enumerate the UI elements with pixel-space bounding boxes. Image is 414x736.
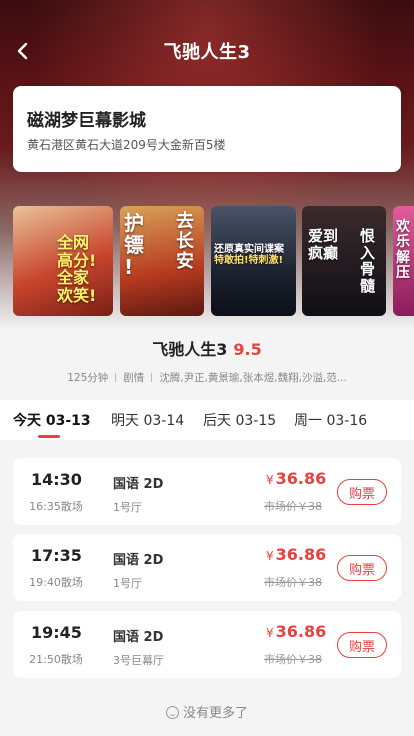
showtime-price: ¥36.86 bbox=[266, 469, 326, 488]
poster-text: 恨入骨髓 bbox=[360, 227, 376, 295]
movie-title-row: 飞驰人生3 9.5 bbox=[0, 336, 414, 360]
movie-meta: 125分钟 剧情 沈腾,尹正,黄景瑜,张本煜,魏翔,沙溢,范... bbox=[0, 370, 414, 385]
poster-text: 全家 bbox=[57, 268, 90, 288]
showtime-start: 17:35 bbox=[31, 546, 82, 565]
showtime-language: 国语 2D bbox=[113, 477, 164, 492]
poster-text: 解 bbox=[396, 249, 410, 266]
showtime-card[interactable]: 14:30 16:35散场 国语 2D 1号厅 ¥36.86 市场价￥38 购票 bbox=[13, 458, 401, 525]
cinema-address: 黄石港区黄石大道209号大金新百5楼 bbox=[27, 138, 226, 152]
showtime-price: ¥36.86 bbox=[266, 545, 326, 564]
poster-text: 还原真实间谍案 bbox=[214, 244, 284, 255]
showtime-hall: 1号厅 bbox=[113, 577, 142, 590]
movie-title: 飞驰人生3 bbox=[152, 340, 228, 359]
active-tab-indicator bbox=[38, 435, 60, 438]
buy-ticket-button[interactable]: 购票 bbox=[337, 632, 387, 658]
tab-monday[interactable]: 周一 03-16 bbox=[294, 410, 367, 430]
market-price: 市场价￥38 bbox=[264, 576, 322, 589]
showtime-start: 19:45 bbox=[31, 623, 82, 642]
poster-text: 乐 bbox=[396, 234, 410, 251]
showtime-end: 19:40散场 bbox=[29, 576, 83, 589]
poster-text: ! bbox=[124, 255, 134, 279]
divider bbox=[115, 373, 117, 382]
movie-info: 飞驰人生3 9.5 125分钟 剧情 沈腾,尹正,黄景瑜,张本煜,魏翔,沙溢,范... bbox=[0, 330, 414, 385]
showtime-card[interactable]: 17:35 19:40散场 国语 2D 1号厅 ¥36.86 市场价￥38 购票 bbox=[13, 534, 401, 601]
poster-text: 镖 bbox=[124, 233, 144, 257]
showtime-hall: 1号厅 bbox=[113, 501, 142, 514]
poster-2[interactable]: 护 镖 ! 去长安 bbox=[120, 206, 204, 316]
currency-symbol: ¥ bbox=[266, 626, 274, 640]
showtime-language: 国语 2D bbox=[113, 553, 164, 568]
cinema-card[interactable]: 磁湖梦巨幕影城 黄石港区黄石大道209号大金新百5楼 bbox=[13, 86, 401, 172]
currency-symbol: ¥ bbox=[266, 549, 274, 563]
movie-duration: 125分钟 bbox=[67, 372, 109, 384]
movie-genre: 剧情 bbox=[123, 372, 145, 384]
poster-5[interactable]: 欢 乐 解 压 bbox=[393, 206, 414, 316]
showtime-hall: 3号巨幕厅 bbox=[113, 654, 164, 667]
showtime-list: 14:30 16:35散场 国语 2D 1号厅 ¥36.86 市场价￥38 购票… bbox=[0, 440, 414, 736]
poster-text: 去长安 bbox=[176, 211, 194, 272]
tab-today[interactable]: 今天 03-13 bbox=[13, 410, 91, 430]
showtime-end: 16:35散场 bbox=[29, 500, 83, 513]
date-tabs: 今天 03-13 明天 03-14 后天 03-15 周一 03-16 bbox=[0, 400, 414, 440]
market-price: 市场价￥38 bbox=[264, 653, 322, 666]
poster-text: 爱到疯癫 bbox=[308, 227, 339, 262]
movie-score: 9.5 bbox=[233, 340, 262, 359]
showtime-price: ¥36.86 bbox=[266, 622, 326, 641]
movie-cast: 沈腾,尹正,黄景瑜,张本煜,魏翔,沙溢,范... bbox=[159, 372, 347, 384]
nav-bar: 飞驰人生3 bbox=[0, 30, 414, 72]
page-title: 飞驰人生3 bbox=[163, 42, 251, 63]
market-price: 市场价￥38 bbox=[264, 500, 322, 513]
poster-1[interactable]: 全网 高分! 全家 欢笑! bbox=[13, 206, 113, 316]
price-value: 36.86 bbox=[275, 622, 327, 641]
showtime-start: 14:30 bbox=[31, 470, 82, 489]
tab-day-after[interactable]: 后天 03-15 bbox=[203, 410, 276, 430]
poster-text: 护 bbox=[124, 211, 144, 235]
poster-carousel[interactable]: 全网 高分! 全家 欢笑! 护 镖 ! 去长安 还原真实间谍案 特敢拍!特刺激!… bbox=[0, 206, 414, 318]
currency-symbol: ¥ bbox=[266, 473, 274, 487]
smile-icon bbox=[165, 706, 179, 719]
showtime-language: 国语 2D bbox=[113, 630, 164, 645]
buy-ticket-button[interactable]: 购票 bbox=[337, 555, 387, 581]
poster-text: 高分! bbox=[57, 250, 97, 270]
buy-ticket-button[interactable]: 购票 bbox=[337, 479, 387, 505]
showtime-end: 21:50散场 bbox=[29, 653, 83, 666]
price-value: 36.86 bbox=[275, 545, 327, 564]
poster-text: 欢笑! bbox=[57, 285, 97, 305]
showtime-card[interactable]: 19:45 21:50散场 国语 2D 3号巨幕厅 ¥36.86 市场价￥38 … bbox=[13, 611, 401, 678]
poster-text: 特敢拍!特刺激! bbox=[214, 255, 284, 266]
no-more-indicator: 没有更多了 bbox=[0, 702, 414, 721]
poster-text: 压 bbox=[396, 265, 410, 282]
poster-text: 全网 bbox=[57, 233, 90, 252]
price-value: 36.86 bbox=[275, 469, 327, 488]
divider bbox=[151, 373, 153, 382]
cinema-name: 磁湖梦巨幕影城 bbox=[27, 111, 146, 131]
no-more-text: 没有更多了 bbox=[182, 706, 248, 721]
poster-4[interactable]: 爱到疯癫 恨入骨髓 bbox=[302, 206, 386, 316]
poster-3[interactable]: 还原真实间谍案 特敢拍!特刺激! bbox=[211, 206, 296, 316]
tab-tomorrow[interactable]: 明天 03-14 bbox=[111, 410, 184, 430]
